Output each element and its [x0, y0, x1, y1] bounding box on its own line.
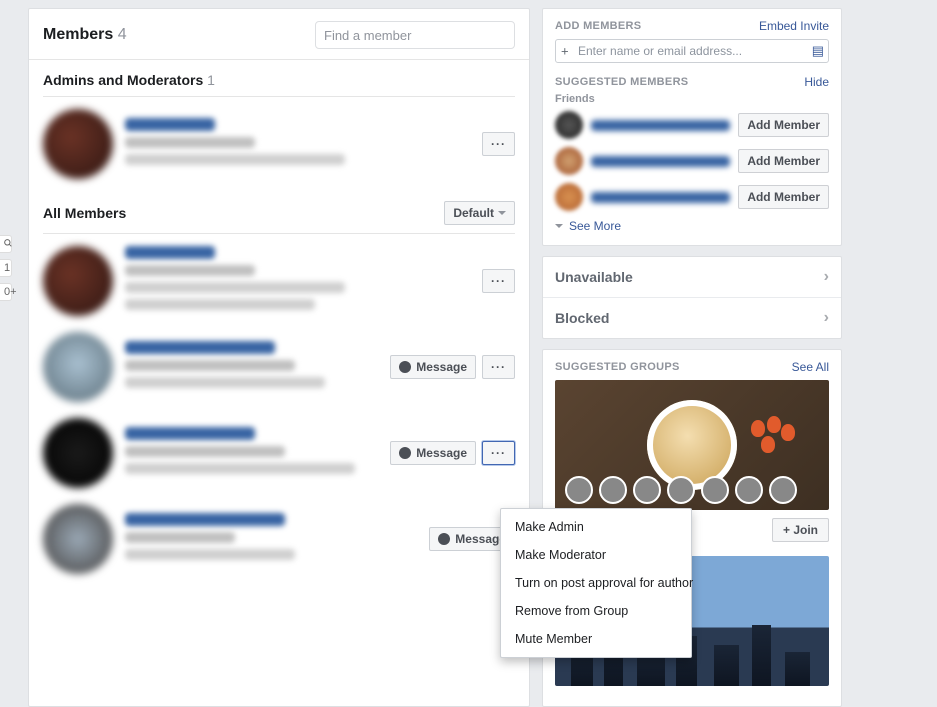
suggested-member-row: Add Member [555, 183, 829, 211]
menu-item-make-moderator[interactable]: Make Moderator [501, 541, 691, 569]
member-subtext [125, 299, 315, 310]
member-name[interactable] [125, 246, 215, 259]
member-subtext [125, 549, 295, 560]
see-more-link[interactable]: See More [555, 219, 829, 233]
members-heading: Members 4 [43, 26, 127, 44]
messenger-icon [399, 447, 411, 459]
menu-item-remove[interactable]: Remove from Group [501, 597, 691, 625]
notif-chip-2[interactable]: 0+ [0, 283, 12, 301]
suggested-name[interactable] [591, 156, 730, 167]
member-row: Message [43, 504, 515, 574]
chevron-right-icon: › [824, 268, 829, 286]
avatar[interactable] [43, 109, 113, 179]
member-subtext [125, 463, 355, 474]
message-button[interactable]: Message [390, 355, 476, 379]
unavailable-link[interactable]: Unavailable› [543, 257, 841, 298]
avatar[interactable] [555, 111, 583, 139]
suggested-name[interactable] [591, 120, 730, 131]
member-more-button[interactable]: ··· [482, 269, 515, 293]
find-member-input[interactable] [315, 21, 515, 49]
add-member-button[interactable]: Add Member [738, 149, 829, 173]
member-name[interactable] [125, 341, 275, 354]
member-actions-menu: Make Admin Make Moderator Turn on post a… [500, 508, 692, 658]
member-subtext [125, 446, 285, 457]
member-filter-card: Unavailable› Blocked› [542, 256, 842, 339]
add-member-button[interactable]: Add Member [738, 113, 829, 137]
member-subtext [125, 154, 345, 165]
messenger-icon [399, 361, 411, 373]
admins-heading: Admins and Moderators 1 [43, 72, 215, 88]
blocked-link[interactable]: Blocked› [543, 298, 841, 338]
member-subtext [125, 137, 255, 148]
admin-row: ··· [43, 109, 515, 179]
messenger-icon [438, 533, 450, 545]
all-members-heading: All Members [43, 205, 126, 221]
hide-link[interactable]: Hide [804, 75, 829, 89]
add-members-heading: ADD MEMBERS [555, 20, 641, 32]
group-image-decor [751, 416, 811, 456]
search-chip[interactable] [0, 235, 12, 253]
member-more-button[interactable]: ··· [482, 132, 515, 156]
name-tag-icon[interactable]: ▤ [812, 43, 824, 59]
suggested-members-heading: SUGGESTED MEMBERS [555, 76, 688, 88]
group-member-avatars [565, 476, 797, 504]
suggested-member-row: Add Member [555, 147, 829, 175]
member-more-button[interactable]: ··· [482, 355, 515, 379]
member-subtext [125, 377, 325, 388]
add-member-input[interactable] [555, 39, 829, 63]
avatar[interactable] [43, 418, 113, 488]
see-all-link[interactable]: See All [792, 360, 829, 374]
avatar[interactable] [555, 147, 583, 175]
avatar[interactable] [43, 504, 113, 574]
member-subtext [125, 265, 255, 276]
member-row: Message ··· [43, 332, 515, 402]
search-icon [4, 239, 12, 247]
caret-down-icon [555, 224, 563, 232]
add-member-button[interactable]: Add Member [738, 185, 829, 209]
member-more-button[interactable]: ··· [482, 441, 515, 465]
admins-count: 1 [207, 72, 215, 88]
avatar[interactable] [43, 246, 113, 316]
plus-icon: + [561, 44, 569, 59]
members-count: 4 [118, 26, 127, 43]
member-name[interactable] [125, 427, 255, 440]
member-name[interactable] [125, 118, 215, 131]
member-row: ··· [43, 246, 515, 316]
join-group-button[interactable]: + Join [772, 518, 829, 542]
menu-item-make-admin[interactable]: Make Admin [501, 513, 691, 541]
avatar[interactable] [43, 332, 113, 402]
member-name[interactable] [125, 513, 285, 526]
member-subtext [125, 360, 295, 371]
group-thumbnail[interactable] [555, 380, 829, 510]
menu-item-mute[interactable]: Mute Member [501, 625, 691, 653]
sort-button[interactable]: Default [444, 201, 515, 225]
member-row: Message ··· [43, 418, 515, 488]
suggested-member-row: Add Member [555, 111, 829, 139]
embed-invite-link[interactable]: Embed Invite [759, 19, 829, 33]
caret-down-icon [498, 211, 506, 219]
member-subtext [125, 282, 345, 293]
menu-item-post-approval[interactable]: Turn on post approval for author [501, 569, 691, 597]
friends-label: Friends [555, 93, 829, 105]
message-button[interactable]: Message [390, 441, 476, 465]
chevron-right-icon: › [824, 309, 829, 327]
avatar[interactable] [555, 183, 583, 211]
suggested-name[interactable] [591, 192, 730, 203]
members-card: Members 4 Admins and Moderators 1 [28, 8, 530, 707]
member-subtext [125, 532, 235, 543]
add-members-card: ADD MEMBERS Embed Invite + ▤ SUGGESTED M… [542, 8, 842, 246]
notif-chip-1[interactable]: 1 [0, 259, 12, 277]
suggested-groups-heading: SUGGESTED GROUPS [555, 361, 680, 373]
